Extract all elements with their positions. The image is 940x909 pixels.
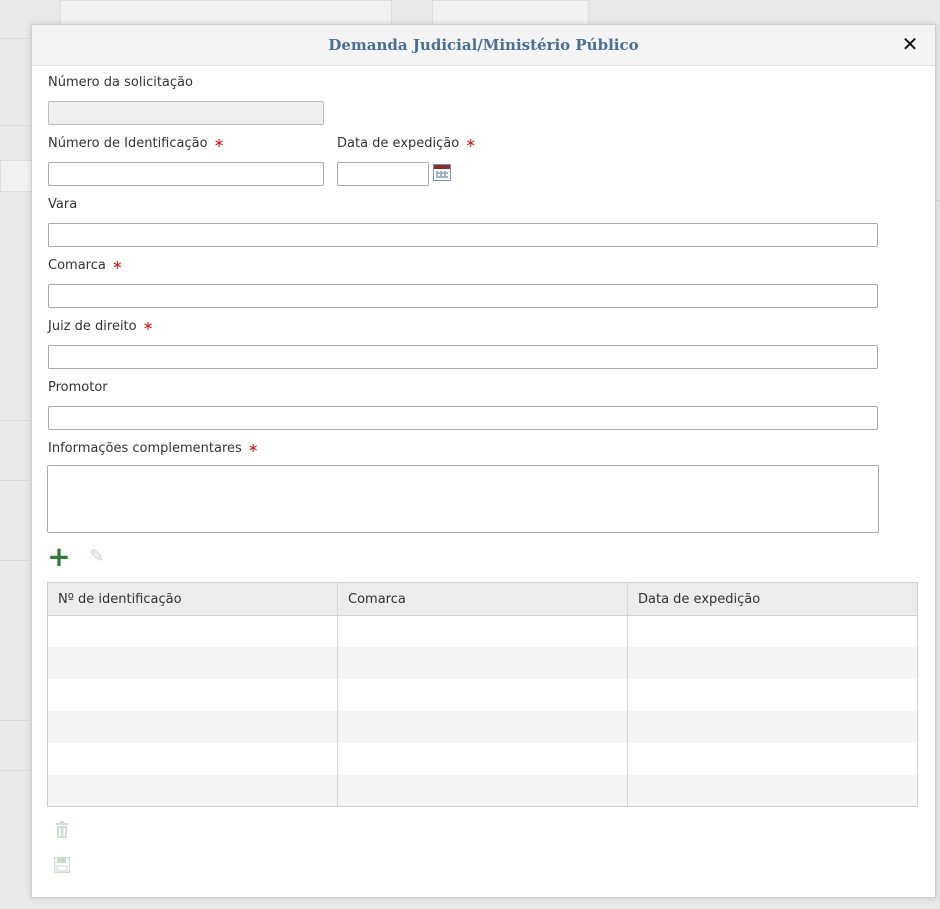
background-line — [0, 38, 30, 39]
promotor-label: Promotor — [48, 380, 108, 395]
numero-identificacao-label: Número de Identificação ∗ — [48, 136, 224, 151]
close-icon[interactable]: ✕ — [899, 32, 921, 56]
numero-solicitacao-label: Número da solicitação — [48, 75, 193, 90]
background-panel — [432, 0, 589, 26]
data-expedicao-label-text: Data de expedição — [337, 136, 460, 151]
juiz-input[interactable] — [48, 345, 878, 369]
background-line — [0, 560, 30, 561]
juiz-label: Juiz de direito ∗ — [48, 319, 154, 334]
table-row[interactable] — [48, 743, 917, 775]
calendar-icon[interactable] — [433, 164, 451, 181]
table-row[interactable] — [48, 711, 917, 743]
table-header: Nº de identificação Comarca Data de expe… — [48, 583, 917, 616]
comarca-label-text: Comarca — [48, 258, 106, 273]
required-asterisk-icon: ∗ — [142, 319, 154, 334]
required-asterisk-icon: ∗ — [213, 136, 225, 151]
comarca-label: Comarca ∗ — [48, 258, 123, 273]
demandas-table: Nº de identificação Comarca Data de expe… — [47, 582, 918, 807]
floppy-icon[interactable] — [52, 856, 72, 879]
demanda-judicial-dialog: Demanda Judicial/Ministério Público ✕ Nú… — [31, 24, 936, 898]
trash-icon-graphic — [56, 821, 68, 838]
dialog-title: Demanda Judicial/Ministério Público — [328, 36, 639, 54]
required-asterisk-icon: ∗ — [111, 258, 123, 273]
column-header-data-expedicao[interactable]: Data de expedição — [638, 592, 760, 607]
data-expedicao-label: Data de expedição ∗ — [337, 136, 476, 151]
background-line — [0, 125, 30, 126]
column-divider — [337, 583, 338, 806]
column-header-comarca[interactable]: Comarca — [348, 592, 406, 607]
table-row[interactable] — [48, 679, 917, 711]
add-icon[interactable]: + — [46, 543, 72, 571]
background-line — [0, 480, 30, 481]
vara-input[interactable] — [48, 223, 878, 247]
background-panel — [60, 0, 392, 26]
info-complementares-label-text: Informações complementares — [48, 441, 242, 456]
table-row[interactable] — [48, 647, 917, 679]
background-line — [0, 420, 30, 421]
table-row[interactable] — [48, 775, 917, 806]
background-line — [0, 720, 30, 721]
column-header-identificacao[interactable]: Nº de identificação — [58, 592, 182, 607]
background-panel — [0, 160, 32, 192]
trash-icon[interactable] — [52, 821, 72, 843]
numero-identificacao-label-text: Número de Identificação — [48, 136, 208, 151]
vara-label: Vara — [48, 197, 78, 212]
info-complementares-label: Informações complementares ∗ — [48, 441, 259, 456]
table-row[interactable] — [48, 615, 917, 647]
juiz-label-text: Juiz de direito — [48, 319, 137, 334]
promotor-input[interactable] — [48, 406, 878, 430]
background-line — [0, 770, 30, 771]
numero-solicitacao-input — [48, 101, 324, 125]
comarca-input[interactable] — [48, 284, 878, 308]
info-complementares-textarea[interactable] — [47, 465, 879, 533]
column-divider — [627, 583, 628, 806]
required-asterisk-icon: ∗ — [465, 136, 477, 151]
edit-icon[interactable]: ✎ — [84, 544, 110, 570]
required-asterisk-icon: ∗ — [247, 441, 259, 456]
floppy-icon-graphic — [53, 856, 71, 874]
data-expedicao-input[interactable] — [337, 162, 429, 186]
dialog-header: Demanda Judicial/Ministério Público ✕ — [32, 25, 935, 66]
numero-identificacao-input[interactable] — [48, 162, 324, 186]
